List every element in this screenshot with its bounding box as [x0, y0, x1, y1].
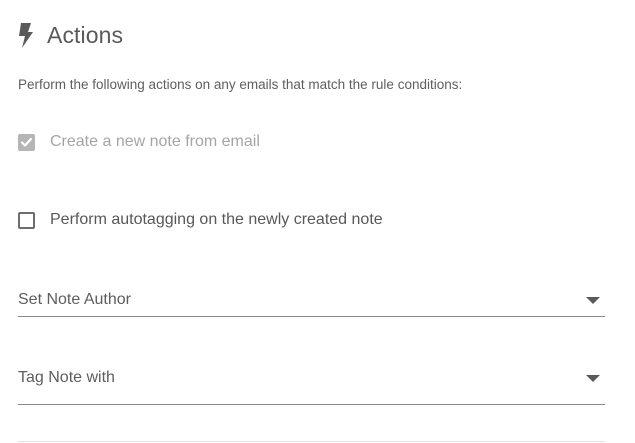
create-note-checkbox — [18, 133, 35, 151]
autotag-checkbox[interactable] — [18, 211, 35, 229]
note-author-select[interactable]: Set Note Author — [18, 289, 605, 317]
caret-down-icon[interactable] — [586, 297, 600, 304]
caret-down-icon[interactable] — [586, 375, 600, 382]
create-note-label: Create a new note from email — [50, 133, 260, 150]
autotag-label[interactable]: Perform autotagging on the newly created… — [50, 211, 383, 229]
section-title: Actions — [47, 21, 124, 48]
bolt-icon — [18, 21, 34, 49]
tag-note-select[interactable]: Tag Note with — [18, 367, 605, 405]
autotag-option[interactable]: Perform autotagging on the newly created… — [18, 211, 383, 229]
checkmark-icon — [20, 137, 33, 147]
section-description: Perform the following actions on any ema… — [18, 77, 463, 92]
divider — [18, 441, 605, 442]
tag-note-label: Tag Note with — [18, 369, 115, 386]
create-note-option: Create a new note from email — [18, 133, 260, 151]
note-author-label: Set Note Author — [18, 291, 131, 308]
section-header: Actions — [18, 20, 123, 50]
